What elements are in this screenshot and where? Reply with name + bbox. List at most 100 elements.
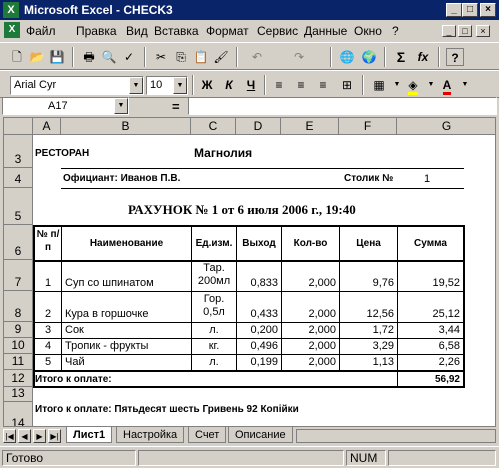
last-sheet-icon[interactable]: ▶| [48,429,61,443]
item-sum: 25,12 [432,308,460,320]
row-header-7[interactable]: 7 [4,260,33,291]
minimize-button[interactable]: _ [446,3,462,17]
row-header-8[interactable]: 8 [4,291,33,322]
function-icon[interactable]: fx [414,48,432,66]
worksheet-grid[interactable]: A B C D E F G 3 4 5 6 7 8 9 10 11 12 13 … [3,117,496,427]
chevron-down-icon[interactable]: ▼ [173,77,187,94]
menu-edit[interactable]: Правка [76,24,117,38]
row-header-4[interactable]: 4 [4,168,33,188]
save-icon[interactable]: 💾 [48,48,66,66]
redo-icon[interactable]: ↷ [290,48,308,66]
font-size-select[interactable]: 10 ▼ [146,76,188,95]
item-number: 3 [44,324,52,336]
formula-input[interactable] [188,97,497,115]
row-header-12[interactable]: 12 [4,370,33,387]
row-header-6[interactable]: 6 [4,225,33,260]
print-preview-icon[interactable]: 🔍 [100,48,118,66]
column-header-c[interactable]: C [191,118,236,135]
column-header-d[interactable]: D [236,118,281,135]
menu-tools[interactable]: Сервис [257,24,298,38]
row-header-14[interactable]: 14 [4,402,33,426]
menu-data[interactable]: Данные [304,24,347,38]
doc-minimize-button[interactable]: _ [442,25,456,37]
cut-icon[interactable]: ✂ [152,48,170,66]
menu-file[interactable]: Файл [26,24,56,38]
align-center-icon[interactable]: ≡ [292,76,310,94]
column-header-f[interactable]: F [339,118,397,135]
name-box[interactable]: A17 ▼ [2,97,129,115]
row-header-9[interactable]: 9 [4,322,33,338]
close-button[interactable]: × [480,3,496,17]
horizontal-scrollbar[interactable] [296,429,496,443]
help-icon[interactable]: ? [446,48,464,66]
item-unit: л. [209,324,219,336]
autosum-icon[interactable]: Σ [392,48,410,66]
prev-sheet-icon[interactable]: ◀ [18,429,31,443]
tab-description[interactable]: Описание [228,427,293,443]
tab-settings[interactable]: Настройка [116,427,185,443]
column-header-e[interactable]: E [281,118,339,135]
menu-insert[interactable]: Вставка [154,24,199,38]
merge-center-icon[interactable]: ⊞ [338,76,356,94]
total-in-words: Итого к оплате: Пятьдесят шесть Гривень … [35,404,299,415]
copy-icon[interactable]: ⎘ [172,48,190,66]
open-icon[interactable]: 📂 [28,48,46,66]
chevron-down-icon[interactable]: ▼ [114,98,128,114]
item-price: 3,29 [372,340,394,352]
underline-button[interactable]: Ч [242,76,260,94]
item-sum: 3,44 [438,324,460,336]
equals-button[interactable]: = [172,99,180,114]
tab-invoice[interactable]: Счет [188,427,227,443]
num-lock-indicator: NUM [346,450,386,466]
row-header-3[interactable]: 3 [4,135,33,168]
doc-restore-button[interactable]: □ [458,25,472,37]
menu-bar: X Файл Правка Вид Вставка Формат Сервис … [0,20,499,42]
print-icon[interactable]: 🖶 [80,48,98,66]
column-header-a[interactable]: A [33,118,61,135]
item-yield: 0,200 [250,324,278,336]
doc-close-button[interactable]: × [476,25,490,37]
new-icon[interactable]: 🗋 [8,48,26,66]
hyperlink-icon[interactable]: 🌐 [338,48,356,66]
first-sheet-icon[interactable]: |◀ [3,429,16,443]
item-unit: Тар. 200мл [197,262,231,287]
spelling-icon[interactable]: ✓ [120,48,138,66]
row-header-13[interactable]: 13 [4,386,33,402]
tab-list1[interactable]: Лист1 [66,427,113,443]
column-header-b[interactable]: B [61,118,191,135]
table-number: 1 [424,173,431,185]
italic-button[interactable]: К [220,76,238,94]
chevron-down-icon[interactable]: ▼ [129,77,143,94]
chevron-down-icon[interactable]: ▼ [456,76,474,94]
title-bar: X Microsoft Excel - CHECK3 _ □ × [0,0,499,20]
item-number: 1 [44,277,52,289]
menu-format[interactable]: Формат [206,24,249,38]
maximize-button[interactable]: □ [462,3,478,17]
fill-color-icon[interactable]: ◈ [404,76,422,95]
bold-button[interactable]: Ж [198,76,216,94]
font-color-icon[interactable]: A [438,76,456,95]
menu-view[interactable]: Вид [126,24,148,38]
undo-icon[interactable]: ↶ [248,48,266,66]
align-left-icon[interactable]: ≡ [270,76,288,94]
format-painter-icon[interactable]: 🖌 [212,48,230,66]
row-header-10[interactable]: 10 [4,338,33,354]
item-qty: 2,000 [308,308,336,320]
formula-bar: A17 ▼ = [0,96,499,116]
row-header-5[interactable]: 5 [4,188,33,225]
paste-icon[interactable]: 📋 [192,48,210,66]
next-sheet-icon[interactable]: ▶ [33,429,46,443]
borders-icon[interactable]: ▦ [370,76,388,94]
menu-help[interactable]: ? [392,24,399,38]
item-qty: 2,000 [308,324,336,336]
menu-window[interactable]: Окно [354,24,382,38]
web-icon[interactable]: 🌍 [360,48,378,66]
select-all-corner[interactable] [4,118,33,135]
sheet-tabs-bar: |◀ ◀ ▶ ▶| Лист1 Настройка Счет Описание [0,427,499,445]
row-header-11[interactable]: 11 [4,354,33,370]
workbook-icon[interactable]: X [4,22,20,38]
align-right-icon[interactable]: ≡ [314,76,332,94]
font-select[interactable]: Arial Cyr ▼ [10,76,144,95]
column-header-g[interactable]: G [397,118,495,135]
excel-icon[interactable]: X [3,2,19,18]
